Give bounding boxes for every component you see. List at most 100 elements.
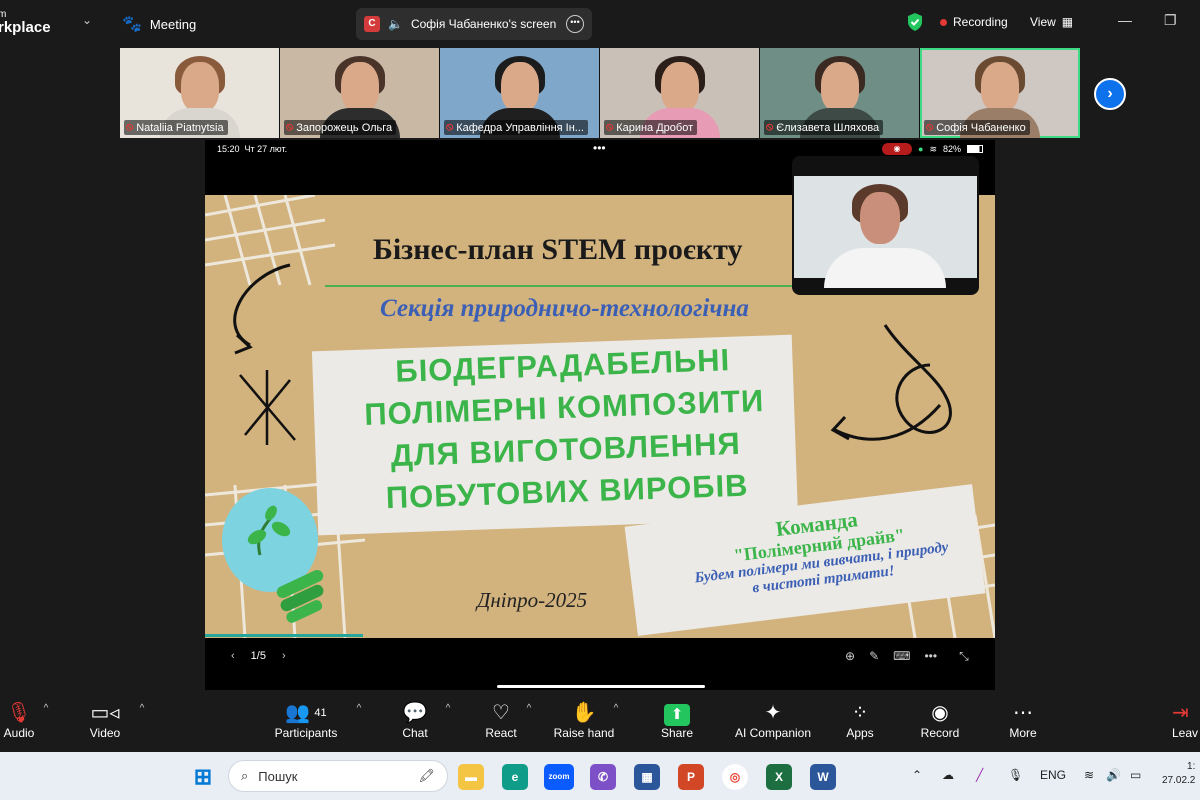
hand-icon: ✋ [571, 702, 597, 724]
prev-slide-icon[interactable]: ‹ [231, 650, 235, 662]
react-button[interactable]: ♡ React [482, 700, 520, 740]
ai-companion-label: AI Companion [734, 726, 812, 740]
recording-label: Recording [953, 15, 1008, 29]
chrome-icon[interactable]: ◎ [722, 764, 748, 790]
word-icon[interactable]: W [810, 764, 836, 790]
participant-strip: ⦸ Nataliia Piatnytsia ⦸ Запорожець Ольга ⦸ Ка… [120, 48, 1080, 138]
phone-menu-dots-icon: ••• [593, 141, 606, 155]
brand-line-2: rkplace [0, 19, 51, 36]
minimize-icon[interactable]: — [1118, 12, 1132, 28]
video-camera-icon: ▭◃ [90, 702, 120, 724]
sparkle-icon: ✦ [764, 702, 782, 724]
react-caret-icon[interactable]: ^ [523, 700, 535, 714]
participant-face [660, 62, 699, 112]
leave-button[interactable]: ⇥ Leav [1172, 700, 1200, 740]
raise-hand-label: Raise hand [553, 726, 615, 740]
zoom-taskbar-icon[interactable]: zoom [544, 764, 574, 790]
heart-plus-icon: ♡ [492, 702, 510, 724]
excel-icon[interactable]: X [766, 764, 792, 790]
pen-tray-icon[interactable]: ╱ [976, 768, 983, 782]
raise-hand-caret-icon[interactable]: ^ [610, 700, 622, 714]
more-icon[interactable]: ••• [924, 649, 937, 664]
audio-button[interactable]: 🎙 Audio [0, 700, 44, 740]
mic-muted-icon: ⦸ [286, 121, 294, 133]
slide-divider [325, 285, 825, 287]
participant-tile[interactable]: ⦸ Карина Дробот [600, 48, 760, 138]
more-button[interactable]: ⋯ More [1004, 700, 1042, 740]
wifi-tray-icon[interactable]: ≋ [1084, 768, 1094, 782]
view-button[interactable]: View ▦ [1030, 15, 1073, 29]
phone-home-indicator [497, 685, 705, 688]
next-page-button[interactable]: › [1094, 78, 1126, 110]
ai-companion-button[interactable]: ✦ AI Companion [732, 700, 814, 740]
audio-label: Audio [3, 726, 35, 740]
participant-tile[interactable]: ⦸ Єлизавета Шляхова [760, 48, 920, 138]
paw-icon: 🐾 [122, 16, 142, 33]
audio-options-caret-icon[interactable]: ^ [40, 700, 52, 714]
restore-icon[interactable]: ❐ [1164, 12, 1177, 29]
participant-tile[interactable]: ⦸ Кафедра Управління Ін... [440, 48, 600, 138]
participant-tile[interactable]: ⦸ Nataliia Piatnytsia [120, 48, 280, 138]
participant-face [180, 62, 219, 112]
microphone-tray-icon[interactable]: 🎙 [1008, 768, 1023, 782]
slide-title: Бізнес-план STEM проєкту [373, 233, 743, 266]
windows-start-icon[interactable]: ⊞ [190, 764, 216, 790]
encryption-shield-icon[interactable] [906, 12, 924, 32]
search-highlight-icon: 🖍 [418, 768, 435, 783]
taskbar-search[interactable]: ⌕ Пошук 🖍 [228, 760, 448, 792]
pen-icon[interactable]: ✎ [869, 649, 879, 664]
apps-label: Apps [846, 726, 874, 740]
chat-button[interactable]: 💬 Chat [398, 700, 432, 740]
tray-overflow-icon[interactable]: ⌃ [912, 768, 922, 782]
phone-status-icons: ◉ ● ≋ 82% [882, 143, 983, 155]
mic-muted-icon: ⦸ [926, 121, 934, 133]
apps-icon: ⁘ [851, 702, 869, 724]
file-explorer-icon[interactable]: ▬ [458, 764, 484, 790]
wifi-icon: ≋ [929, 143, 937, 154]
participant-tile[interactable]: ⦸ Запорожець Ольга [280, 48, 440, 138]
edge-browser-icon[interactable]: e [502, 764, 528, 790]
mic-muted-icon: ⦸ [606, 121, 614, 133]
onedrive-icon[interactable]: ☁ [942, 768, 954, 782]
presenter-camera-overlay[interactable] [792, 156, 979, 295]
volume-icon[interactable]: 🔊 [1106, 768, 1121, 782]
apps-button[interactable]: ⁘ Apps [842, 700, 878, 740]
video-button[interactable]: ▭◃ Video [84, 700, 126, 740]
keyboard-icon[interactable]: ⌨ [893, 649, 910, 664]
participant-name-tag: ⦸ Запорожець Ольга [284, 120, 397, 135]
grid-icon: ▦ [1061, 15, 1074, 29]
presenter-face [860, 192, 900, 244]
meeting-info-button[interactable]: 🐾 Meeting [122, 14, 196, 34]
battery-tray-icon[interactable]: ▭ [1130, 768, 1141, 782]
participant-face [980, 62, 1019, 112]
clock[interactable]: 1: 27.02.2 [1162, 760, 1195, 788]
fullscreen-exit-icon[interactable]: ⤡ [959, 649, 969, 664]
recording-indicator[interactable]: Recording [940, 15, 1008, 29]
viber-icon[interactable]: ✆ [590, 764, 616, 790]
more-options-icon[interactable]: ••• [566, 15, 584, 33]
leave-icon: ⇥ [1172, 702, 1189, 724]
chat-label: Chat [402, 726, 428, 740]
zoom-in-icon[interactable]: ⊕ [845, 649, 855, 664]
chat-caret-icon[interactable]: ^ [442, 700, 454, 714]
recording-dot-icon [940, 18, 947, 26]
participant-tile[interactable]: ⦸ Софія Чабаненко [920, 48, 1080, 138]
participant-name: Софія Чабаненко [936, 121, 1026, 134]
video-options-caret-icon[interactable]: ^ [136, 700, 148, 714]
participants-button[interactable]: 👥 41 Participants [272, 700, 340, 740]
powerpoint-icon[interactable]: P [678, 764, 704, 790]
chevron-down-icon[interactable]: ⌄ [82, 13, 92, 27]
next-slide-icon[interactable]: › [282, 650, 286, 662]
language-indicator[interactable]: ENG [1040, 768, 1066, 782]
slide-main-heading: БІОДЕГРАДАБЕЛЬНІ ПОЛІМЕРНІ КОМПОЗИТИ ДЛЯ… [322, 337, 808, 522]
microsoft-store-icon[interactable]: ▦ [634, 764, 660, 790]
leave-label: Leav [1172, 726, 1199, 740]
raise-hand-button[interactable]: ✋ Raise hand [552, 700, 616, 740]
share-title: Софія Чабаненко's screen [410, 17, 557, 31]
screen-share-pill[interactable]: С 🔈 Софія Чабаненко's screen ••• [356, 8, 592, 40]
record-button[interactable]: ◉ Record [918, 700, 962, 740]
share-button[interactable]: ⬆ Share [656, 700, 698, 740]
participant-face [500, 62, 539, 112]
participants-count: 41 [314, 707, 327, 719]
participants-caret-icon[interactable]: ^ [353, 700, 365, 714]
